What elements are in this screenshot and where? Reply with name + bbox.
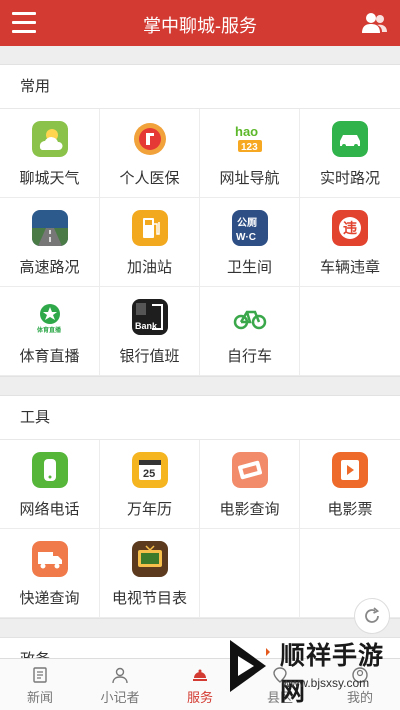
violation-icon: 违 bbox=[332, 210, 368, 246]
svg-text:123: 123 bbox=[241, 142, 258, 153]
svg-text:体育直播: 体育直播 bbox=[37, 326, 62, 334]
service-item-label: 实时路况 bbox=[319, 170, 380, 187]
svg-text:违: 违 bbox=[343, 220, 357, 237]
service-item[interactable]: 个人医保 bbox=[100, 109, 200, 198]
toilet-icon: 公厕 W·C bbox=[231, 210, 268, 246]
service-item[interactable]: 实时路况 bbox=[300, 109, 400, 198]
service-grid: 网络电话 25 万年历 电影查询 电影票快递查询 电视节目表 bbox=[0, 440, 400, 618]
delivery-truck-icon bbox=[31, 541, 68, 577]
section-0: 常用聊城天气 个人医保 hao 123 网址导航 实时路况高速路况 加油站 公厕 W·C 卫生间 违… bbox=[0, 64, 400, 377]
svg-text:公厕: 公厕 bbox=[237, 217, 257, 229]
service-item[interactable]: 加油站 bbox=[100, 198, 200, 287]
service-item-label: 卫生间 bbox=[226, 259, 272, 276]
service-content[interactable]: 常用聊城天气 个人医保 hao 123 网址导航 实时路况高速路况 加油站 公厕 W·C 卫生间 违… bbox=[0, 46, 400, 658]
service-item-label: 车辆违章 bbox=[319, 259, 380, 276]
empty-cell bbox=[200, 529, 300, 618]
service-item-label: 加油站 bbox=[126, 259, 172, 276]
service-item[interactable]: 网络电话 bbox=[0, 440, 100, 529]
service-item-label: 网络电话 bbox=[19, 501, 80, 518]
service-item-label: 快递查询 bbox=[19, 590, 80, 607]
refresh-icon bbox=[365, 607, 380, 623]
tab-news[interactable]: 新闻 bbox=[0, 659, 80, 710]
service-item-label: 电视节目表 bbox=[111, 590, 187, 607]
service-item[interactable]: 体育直播 体育直播 bbox=[0, 287, 100, 376]
svg-text:25: 25 bbox=[143, 468, 155, 480]
medical-insurance-icon bbox=[132, 121, 168, 157]
sports-live-icon: 体育直播 bbox=[32, 299, 68, 335]
service-item-label: 高速路况 bbox=[19, 259, 80, 276]
service-item-label: 万年历 bbox=[126, 501, 172, 518]
service-item-label: 电影票 bbox=[327, 501, 373, 518]
movie-ticket-icon bbox=[231, 452, 268, 488]
bank-icon: Bank bbox=[131, 299, 168, 335]
news-icon bbox=[0, 666, 80, 684]
service-item[interactable]: hao 123 网址导航 bbox=[200, 109, 300, 198]
weather-icon bbox=[31, 121, 68, 157]
service-item-label: 自行车 bbox=[226, 348, 272, 365]
tab-reporter[interactable]: 小记者 bbox=[80, 659, 160, 710]
section-1: 工具网络电话 25 万年历 电影查询 电影票快递查询 电视节目表 bbox=[0, 395, 400, 619]
calendar-icon: 25 bbox=[131, 452, 168, 488]
user-group-icon[interactable] bbox=[362, 12, 388, 34]
svg-text:W·C: W·C bbox=[236, 232, 256, 243]
page-title: 掌中聊城-服务 bbox=[143, 16, 257, 36]
service-item[interactable]: 25 万年历 bbox=[100, 440, 200, 529]
phone-icon bbox=[31, 452, 68, 488]
section-title: 常用 bbox=[0, 65, 400, 109]
service-item[interactable]: 违车辆违章 bbox=[300, 198, 400, 287]
service-item[interactable]: 公厕 W·C 卫生间 bbox=[200, 198, 300, 287]
service-item[interactable]: 高速路况 bbox=[0, 198, 100, 287]
service-item-label: 聊城天气 bbox=[19, 170, 80, 187]
hao123-icon: hao 123 bbox=[232, 121, 268, 157]
service-item[interactable]: 自行车 bbox=[200, 287, 300, 376]
service-item[interactable]: Bank 银行值班 bbox=[100, 287, 200, 376]
service-item-label: 电影查询 bbox=[219, 501, 280, 518]
service-item[interactable]: 聊城天气 bbox=[0, 109, 100, 198]
service-item-label: 体育直播 bbox=[19, 348, 80, 365]
service-item-label: 网址导航 bbox=[219, 170, 280, 187]
tv-icon bbox=[131, 541, 168, 577]
empty-cell bbox=[300, 287, 400, 376]
reporter-icon bbox=[80, 666, 160, 684]
watermark-title: 顺祥手游网 bbox=[280, 642, 385, 706]
bicycle-icon bbox=[232, 299, 268, 335]
watermark-url: www.bjsxsy.com bbox=[282, 676, 370, 690]
film-play-icon bbox=[332, 452, 368, 488]
service-item-label: 银行值班 bbox=[119, 348, 180, 365]
service-item[interactable]: 电视节目表 bbox=[100, 529, 200, 618]
highway-icon bbox=[31, 210, 68, 246]
refresh-button[interactable] bbox=[354, 598, 390, 634]
tab-label: 小记者 bbox=[100, 690, 140, 705]
service-item[interactable]: 电影票 bbox=[300, 440, 400, 529]
top-app-bar: 掌中聊城-服务 bbox=[0, 0, 400, 46]
watermark: 顺祥手游网 www.bjsxsy.com bbox=[216, 630, 398, 706]
service-grid: 聊城天气 个人医保 hao 123 网址导航 实时路况高速路况 加油站 公厕 W·C 卫生间 违车辆… bbox=[0, 109, 400, 376]
watermark-logo-icon bbox=[230, 640, 270, 692]
service-item[interactable]: 电影查询 bbox=[200, 440, 300, 529]
traffic-car-icon bbox=[332, 121, 368, 157]
service-item-label: 个人医保 bbox=[119, 170, 180, 187]
section-title: 工具 bbox=[0, 396, 400, 440]
service-item[interactable]: 快递查询 bbox=[0, 529, 100, 618]
svg-text:hao: hao bbox=[235, 124, 258, 139]
tab-label: 新闻 bbox=[26, 690, 53, 705]
gas-station-icon bbox=[131, 210, 168, 246]
